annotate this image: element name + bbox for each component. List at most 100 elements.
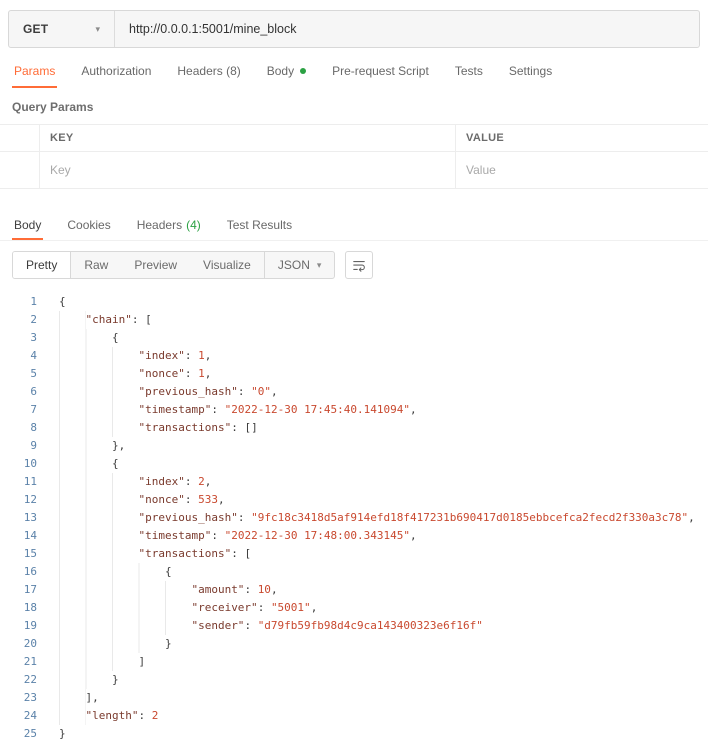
tab-response-body-label: Body bbox=[14, 217, 42, 232]
value-cell bbox=[455, 152, 708, 188]
code-lines: { "chain": [ { "index": 1, "nonce": 1, "… bbox=[37, 293, 708, 743]
code-line: ] bbox=[59, 653, 708, 671]
value-input[interactable] bbox=[466, 163, 698, 177]
key-cell bbox=[40, 152, 455, 188]
line-number: 11 bbox=[23, 475, 37, 488]
tab-pretty[interactable]: Pretty bbox=[13, 252, 72, 278]
code-line: "index": 2, bbox=[59, 473, 708, 491]
tab-settings-label: Settings bbox=[508, 64, 553, 78]
code-line: } bbox=[59, 671, 708, 689]
line-number: 14 bbox=[23, 529, 37, 542]
body-indicator-dot-icon bbox=[300, 68, 307, 74]
line-number: 15 bbox=[23, 547, 37, 560]
tab-pretty-label: Pretty bbox=[26, 258, 58, 272]
code-line: "sender": "d79fb59fb98d4c9ca143400323e6f… bbox=[59, 617, 708, 635]
view-mode-switcher: Pretty Raw Preview Visualize JSON ▾ bbox=[12, 251, 336, 279]
row-gutter bbox=[0, 152, 40, 188]
response-body-viewer: 1 2 3 4 5 6 7 8 9 10 11 12 13 14 15 16 17 18 19 20 21 22 23 24 2… bbox=[0, 289, 708, 743]
line-number: 21 bbox=[23, 655, 37, 668]
code-line: "nonce": 533, bbox=[59, 491, 708, 509]
line-number: 13 bbox=[23, 511, 37, 524]
tab-params[interactable]: Params bbox=[12, 54, 58, 88]
query-params-title: Query Params bbox=[12, 100, 94, 114]
method-selector[interactable]: GET ▾ bbox=[9, 11, 115, 47]
request-url-bar: GET ▾ bbox=[8, 10, 700, 48]
code-line: "transactions": [ bbox=[59, 545, 708, 563]
key-input[interactable] bbox=[50, 163, 445, 177]
code-line: { bbox=[59, 563, 708, 581]
query-params-row bbox=[0, 152, 708, 189]
tab-request-body-label: Body bbox=[266, 64, 295, 78]
column-header-key: KEY bbox=[50, 132, 74, 144]
line-number: 1 bbox=[30, 295, 37, 308]
line-number: 8 bbox=[30, 421, 37, 434]
row-gutter bbox=[0, 125, 40, 151]
code-line: } bbox=[59, 635, 708, 653]
tab-params-label: Params bbox=[14, 64, 56, 78]
line-number: 4 bbox=[30, 349, 37, 362]
tab-test-results-label: Test Results bbox=[226, 217, 293, 232]
code-line: "timestamp": "2022-12-30 17:45:40.141094… bbox=[59, 401, 708, 419]
line-number: 10 bbox=[23, 457, 37, 470]
tab-authorization-label: Authorization bbox=[81, 64, 152, 78]
tab-tests-label: Tests bbox=[454, 64, 483, 78]
tab-visualize[interactable]: Visualize bbox=[190, 252, 264, 278]
line-number: 5 bbox=[30, 367, 37, 380]
line-number: 23 bbox=[23, 691, 37, 704]
tab-settings[interactable]: Settings bbox=[507, 54, 554, 88]
line-number: 24 bbox=[23, 709, 37, 722]
url-input[interactable] bbox=[115, 11, 699, 47]
line-number: 7 bbox=[30, 403, 37, 416]
query-params-table: KEY VALUE bbox=[0, 124, 708, 189]
code-line: "nonce": 1, bbox=[59, 365, 708, 383]
tab-raw[interactable]: Raw bbox=[71, 252, 121, 278]
line-number: 3 bbox=[30, 331, 37, 344]
line-number: 25 bbox=[23, 727, 37, 740]
line-number: 19 bbox=[23, 619, 37, 632]
code-line: "timestamp": "2022-12-30 17:48:00.343145… bbox=[59, 527, 708, 545]
request-tabs: Params Authorization Headers (8) Body Pr… bbox=[0, 54, 708, 88]
tab-tests[interactable]: Tests bbox=[453, 54, 485, 88]
tab-preview[interactable]: Preview bbox=[121, 252, 190, 278]
format-selector[interactable]: JSON ▾ bbox=[263, 252, 335, 278]
code-line: { bbox=[59, 295, 66, 308]
tab-pre-request-script[interactable]: Pre-request Script bbox=[330, 54, 431, 88]
line-number: 16 bbox=[23, 565, 37, 578]
code-line: "previous_hash": "9fc18c3418d5af914efd18… bbox=[59, 509, 708, 527]
code-line: "receiver": "5001", bbox=[59, 599, 708, 617]
code-line: "chain": [ bbox=[59, 311, 708, 329]
code-line: { bbox=[59, 329, 708, 347]
line-number: 20 bbox=[23, 637, 37, 650]
code-line: } bbox=[59, 727, 66, 740]
tab-request-headers-label: Headers (8) bbox=[177, 64, 241, 78]
tab-preview-label: Preview bbox=[134, 258, 178, 272]
tab-response-headers-label: Headers bbox=[136, 217, 183, 232]
wrap-lines-button[interactable] bbox=[345, 251, 374, 279]
tab-test-results[interactable]: Test Results bbox=[225, 209, 294, 240]
code-line: "amount": 10, bbox=[59, 581, 708, 599]
response-view-toolbar: Pretty Raw Preview Visualize JSON ▾ bbox=[0, 241, 708, 289]
tab-request-headers[interactable]: Headers (8) bbox=[175, 54, 242, 88]
tab-pre-request-script-label: Pre-request Script bbox=[332, 64, 429, 78]
method-label: GET bbox=[23, 22, 49, 36]
wrap-lines-icon bbox=[353, 260, 366, 272]
line-numbers: 1 2 3 4 5 6 7 8 9 10 11 12 13 14 15 16 17 18 19 20 21 22 23 24 2… bbox=[0, 293, 37, 743]
format-selector-label: JSON bbox=[277, 258, 310, 272]
code-line: "index": 1, bbox=[59, 347, 708, 365]
tab-raw-label: Raw bbox=[84, 258, 109, 272]
tab-response-body[interactable]: Body bbox=[12, 209, 44, 240]
tab-authorization[interactable]: Authorization bbox=[79, 54, 153, 88]
response-tabs: Body Cookies Headers (4) Test Results bbox=[0, 209, 708, 241]
tab-visualize-label: Visualize bbox=[203, 258, 251, 272]
tab-response-headers[interactable]: Headers (4) bbox=[135, 209, 203, 240]
chevron-down-icon: ▾ bbox=[316, 259, 322, 270]
tab-cookies[interactable]: Cookies bbox=[65, 209, 112, 240]
column-header-value: VALUE bbox=[455, 125, 708, 151]
line-number: 18 bbox=[23, 601, 37, 614]
code-line: ], bbox=[59, 689, 708, 707]
line-number: 9 bbox=[30, 439, 37, 452]
tab-request-body[interactable]: Body bbox=[265, 54, 308, 88]
query-params-header-row: KEY VALUE bbox=[0, 124, 708, 152]
code-line: "length": 2 bbox=[59, 707, 708, 725]
code-line: "transactions": [] bbox=[59, 419, 708, 437]
